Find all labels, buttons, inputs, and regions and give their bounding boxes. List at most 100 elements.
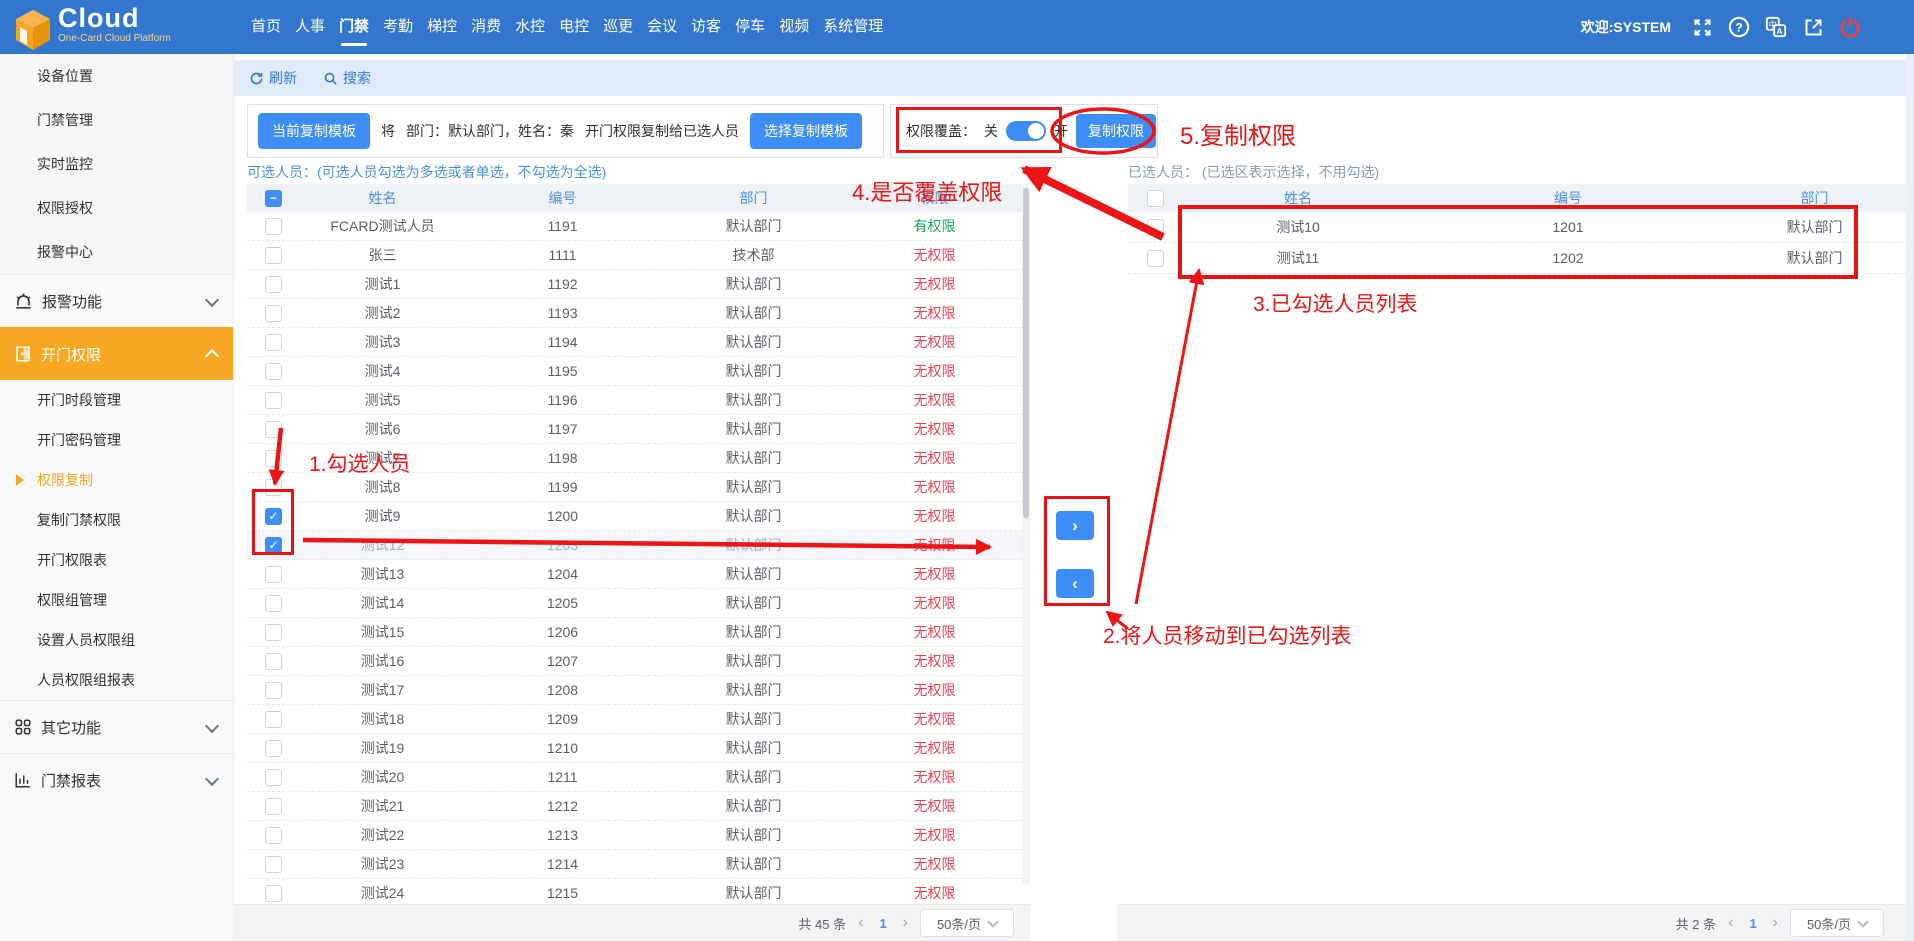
right-prev-page-button[interactable]: ‹ [1725,914,1736,932]
table-row[interactable]: 测试141205默认部门无权限 [247,589,1022,618]
sidebar-section-其它功能[interactable]: 其它功能 [0,700,233,753]
table-row[interactable]: 测试121203默认部门无权限 [247,531,1022,560]
table-row[interactable]: 测试201211默认部门无权限 [247,763,1022,792]
select-all-checkbox[interactable] [1147,190,1164,207]
table-row[interactable]: 测试51196默认部门无权限 [247,386,1022,415]
row-checkbox[interactable] [265,305,282,322]
table-row[interactable]: FCARD测试人员1191默认部门有权限 [247,212,1022,241]
row-checkbox[interactable] [265,363,282,380]
nav-item-消费[interactable]: 消费 [467,0,505,54]
row-checkbox[interactable] [265,537,282,554]
nav-item-门禁[interactable]: 门禁 [335,0,373,54]
sidebar-item-开门权限表[interactable]: 开门权限表 [0,540,233,580]
nav-item-会议[interactable]: 会议 [643,0,681,54]
sidebar-section-门禁报表[interactable]: 门禁报表 [0,753,233,806]
left-page-size-select[interactable]: 50条/页 [920,909,1014,937]
sidebar-item-设备位置[interactable]: 设备位置 [0,54,233,98]
left-next-page-button[interactable]: › [900,914,911,932]
fullscreen-icon[interactable] [1690,15,1714,39]
table-row[interactable]: 测试181209默认部门无权限 [247,705,1022,734]
table-row[interactable]: 测试91200默认部门无权限 [247,502,1022,531]
row-checkbox[interactable] [265,218,282,235]
table-row[interactable]: 测试161207默认部门无权限 [247,647,1022,676]
nav-item-水控[interactable]: 水控 [511,0,549,54]
right-page-size-select[interactable]: 50条/页 [1790,909,1884,937]
nav-item-巡更[interactable]: 巡更 [599,0,637,54]
row-checkbox[interactable] [265,247,282,264]
nav-item-电控[interactable]: 电控 [555,0,593,54]
row-checkbox[interactable] [265,827,282,844]
left-table-scrollbar[interactable] [1022,184,1030,884]
sidebar-item-设置人员权限组[interactable]: 设置人员权限组 [0,620,233,660]
row-checkbox[interactable] [265,566,282,583]
sidebar-item-门禁管理[interactable]: 门禁管理 [0,98,233,142]
table-row[interactable]: 测试111202默认部门 [1128,243,1906,274]
row-checkbox[interactable] [265,769,282,786]
right-next-page-button[interactable]: › [1770,914,1781,932]
row-checkbox[interactable] [265,450,282,467]
table-row[interactable]: 测试41195默认部门无权限 [247,357,1022,386]
table-row[interactable]: 测试191210默认部门无权限 [247,734,1022,763]
sidebar-item-开门时段管理[interactable]: 开门时段管理 [0,380,233,420]
nav-item-梯控[interactable]: 梯控 [423,0,461,54]
override-toggle[interactable] [1006,121,1046,141]
row-checkbox[interactable] [265,276,282,293]
nav-item-系统管理[interactable]: 系统管理 [819,0,887,54]
sidebar-item-权限复制[interactable]: 权限复制 [0,460,233,500]
table-row[interactable]: 测试21193默认部门无权限 [247,299,1022,328]
power-icon[interactable] [1838,15,1862,39]
row-checkbox[interactable] [265,856,282,873]
row-checkbox[interactable] [265,885,282,902]
sidebar-item-复制门禁权限[interactable]: 复制门禁权限 [0,500,233,540]
table-row[interactable]: 测试11192默认部门无权限 [247,270,1022,299]
move-to-available-button[interactable]: ‹ [1056,569,1094,598]
table-row[interactable]: 测试151206默认部门无权限 [247,618,1022,647]
sidebar-item-报警中心[interactable]: 报警中心 [0,230,233,274]
row-checkbox[interactable] [1147,250,1164,267]
table-row[interactable]: 张三1111技术部无权限 [247,241,1022,270]
scrollbar-thumb[interactable] [1023,188,1029,518]
search-button[interactable]: 搜索 [323,68,371,88]
sidebar-section-开门权限[interactable]: 开门权限 [0,327,233,380]
right-current-page[interactable]: 1 [1745,916,1760,931]
sidebar-item-实时监控[interactable]: 实时监控 [0,142,233,186]
sidebar-item-开门密码管理[interactable]: 开门密码管理 [0,420,233,460]
select-template-button[interactable]: 选择复制模板 [750,113,862,149]
table-row[interactable]: 测试31194默认部门无权限 [247,328,1022,357]
left-prev-page-button[interactable]: ‹ [855,914,866,932]
table-row[interactable]: 测试231214默认部门无权限 [247,850,1022,879]
table-row[interactable]: 测试171208默认部门无权限 [247,676,1022,705]
table-row[interactable]: 测试61197默认部门无权限 [247,415,1022,444]
sidebar-item-权限授权[interactable]: 权限授权 [0,186,233,230]
select-all-checkbox[interactable] [265,190,282,207]
refresh-button[interactable]: 刷新 [249,68,297,88]
nav-item-访客[interactable]: 访客 [687,0,725,54]
nav-item-停车[interactable]: 停车 [731,0,769,54]
row-checkbox[interactable] [265,595,282,612]
translate-icon[interactable]: 中A [1764,15,1788,39]
left-current-page[interactable]: 1 [875,916,890,931]
row-checkbox[interactable] [265,334,282,351]
table-row[interactable]: 测试211212默认部门无权限 [247,792,1022,821]
copy-permission-button[interactable]: 复制权限 [1076,114,1156,148]
table-row[interactable]: 测试131204默认部门无权限 [247,560,1022,589]
nav-item-考勤[interactable]: 考勤 [379,0,417,54]
page-scrollbar[interactable] [1906,54,1914,941]
nav-item-首页[interactable]: 首页 [247,0,285,54]
table-row[interactable]: 测试101201默认部门 [1128,212,1906,243]
help-icon[interactable]: ? [1727,15,1751,39]
nav-item-人事[interactable]: 人事 [291,0,329,54]
sidebar-item-人员权限组报表[interactable]: 人员权限组报表 [0,660,233,700]
row-checkbox[interactable] [265,392,282,409]
table-row[interactable]: 测试221213默认部门无权限 [247,821,1022,850]
row-checkbox[interactable] [1147,219,1164,236]
row-checkbox[interactable] [265,798,282,815]
row-checkbox[interactable] [265,740,282,757]
row-checkbox[interactable] [265,479,282,496]
row-checkbox[interactable] [265,682,282,699]
current-template-button[interactable]: 当前复制模板 [258,113,370,149]
row-checkbox[interactable] [265,508,282,525]
table-row[interactable]: 测试71198默认部门无权限 [247,444,1022,473]
row-checkbox[interactable] [265,711,282,728]
row-checkbox[interactable] [265,624,282,641]
